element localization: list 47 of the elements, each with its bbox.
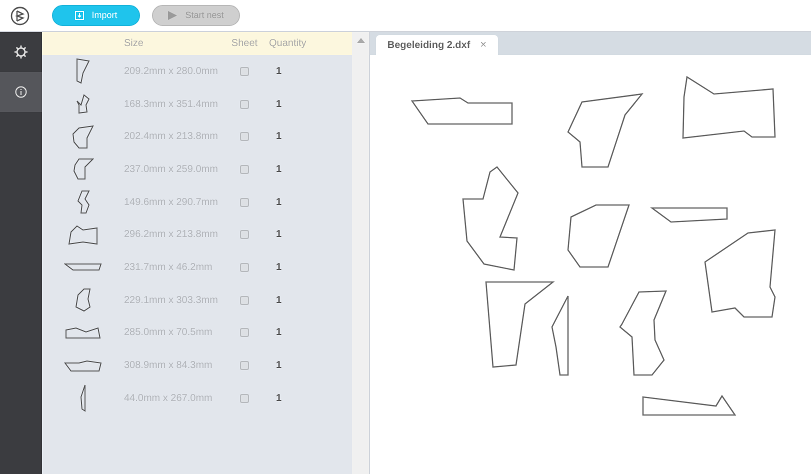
table-cell-text: 1 — [275, 326, 283, 340]
part-shape-icon — [75, 288, 91, 312]
table-cell-text: 1 — [275, 162, 283, 177]
part-shape-icon — [64, 263, 102, 272]
table-cell-text: 1 — [275, 260, 283, 275]
part-shape-icon — [76, 58, 90, 84]
info-icon — [15, 86, 27, 98]
part-shape-icon — [80, 384, 86, 412]
sidebar-item[interactable] — [0, 72, 42, 112]
part-shape-icon — [72, 124, 94, 149]
play-icon — [168, 11, 178, 20]
sheet-checkbox[interactable] — [240, 262, 249, 272]
import-button[interactable]: Import — [52, 5, 140, 26]
table-cell-text: 1 — [275, 196, 283, 210]
sheet-checkbox[interactable] — [240, 296, 249, 305]
table-cell-text: 1 — [275, 359, 283, 374]
column-header: Sheet — [230, 37, 259, 51]
settings-icon — [14, 45, 28, 59]
part-shape-icon — [76, 94, 90, 114]
column-header: Quantity — [268, 37, 308, 51]
sheet-checkbox[interactable] — [240, 230, 249, 240]
part-shape-icon — [68, 224, 98, 245]
scroll-up-icon[interactable] — [356, 38, 364, 43]
sheet-checkbox[interactable] — [240, 164, 249, 174]
logo-icon — [10, 6, 30, 26]
part-outline — [567, 204, 630, 268]
table-cell-text: 1 — [275, 98, 283, 112]
part-shape-icon — [72, 158, 94, 180]
sheet-checkbox[interactable] — [240, 198, 249, 207]
table-cell-text: 1 — [275, 228, 283, 242]
sheet-checkbox[interactable] — [240, 100, 249, 109]
close-icon[interactable]: × — [480, 36, 487, 54]
table-cell-text: 1 — [275, 294, 283, 308]
part-shape-icon — [76, 190, 90, 214]
table-cell-text: 1 — [275, 392, 283, 406]
table-cell-text: 1 — [275, 64, 283, 79]
part-shape-icon — [64, 360, 102, 372]
column-header: Size — [123, 37, 144, 51]
sheet-checkbox[interactable] — [240, 66, 249, 76]
file-tab[interactable]: Begeleiding 2.dxf × — [376, 35, 498, 55]
table-cell-text: 1 — [275, 130, 283, 144]
part-shape-icon — [65, 326, 101, 339]
sheet-checkbox[interactable] — [240, 394, 249, 403]
import-icon — [74, 11, 84, 20]
sheet-checkbox[interactable] — [240, 132, 249, 142]
sheet-checkbox[interactable] — [240, 328, 249, 338]
sheet-checkbox[interactable] — [240, 361, 249, 370]
